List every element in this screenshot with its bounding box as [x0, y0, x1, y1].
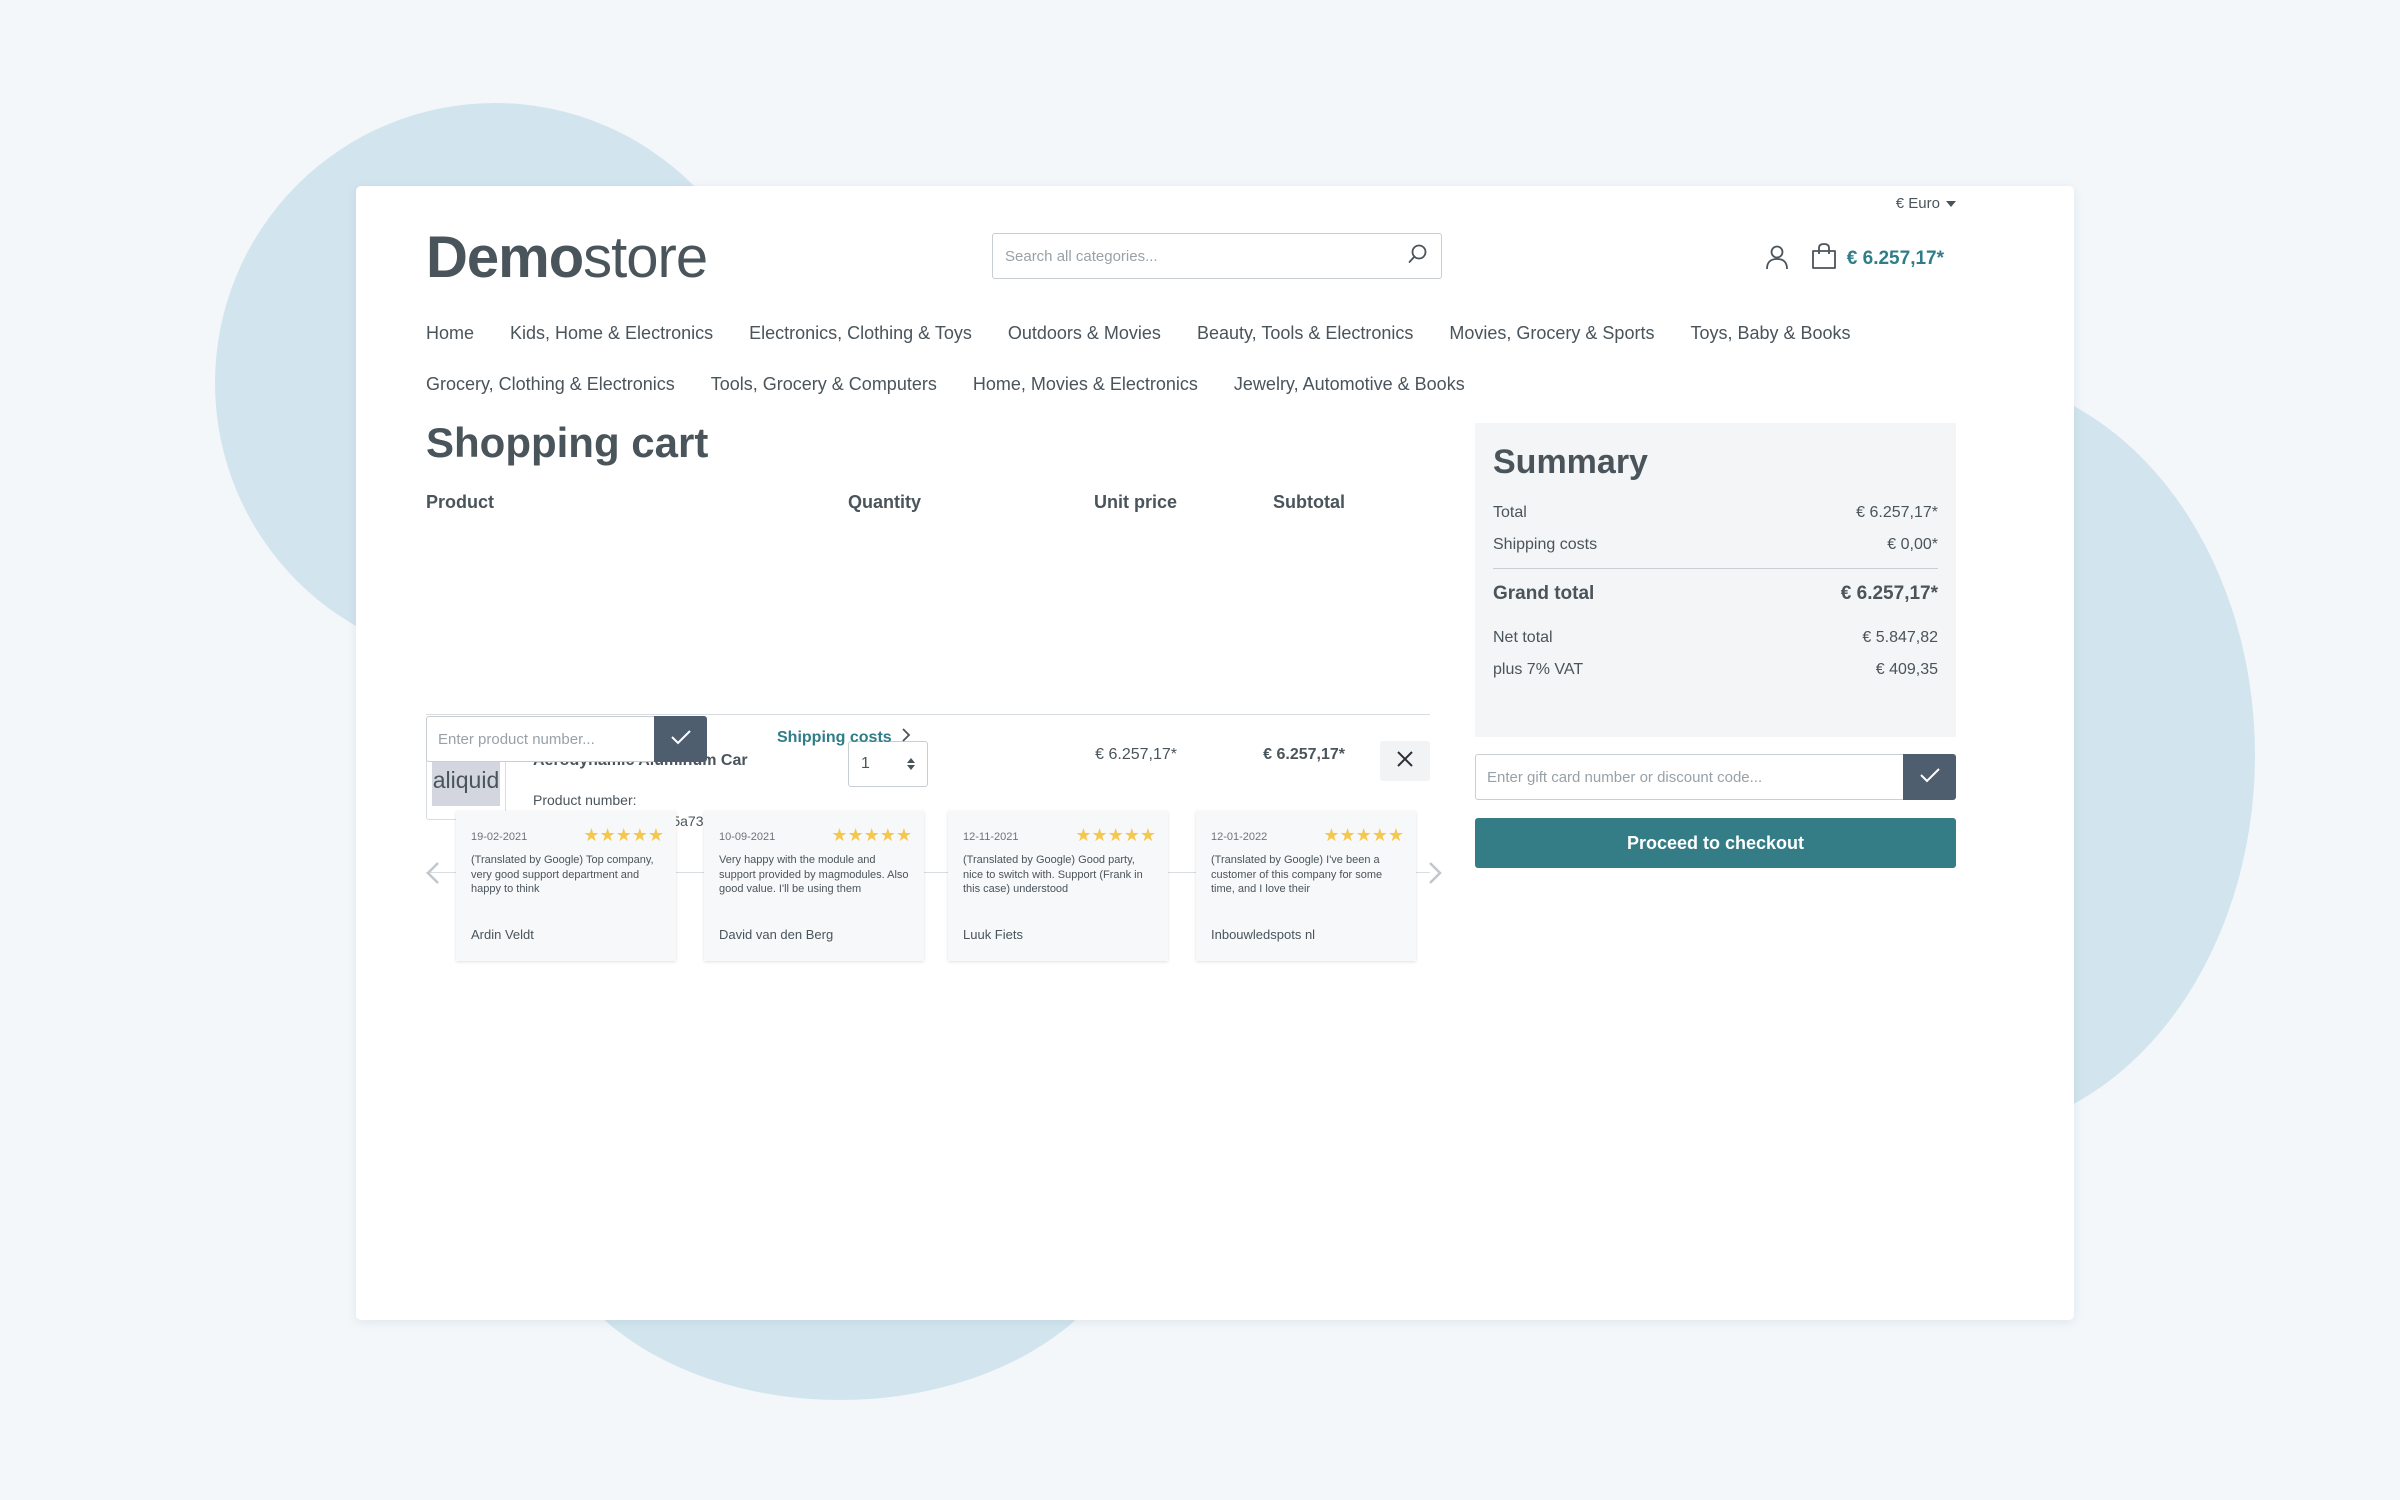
nav-row: Grocery, Clothing & Electronics Tools, G…	[426, 359, 1946, 410]
search-box	[992, 233, 1442, 279]
search-input[interactable]	[1005, 247, 1407, 265]
account-icon[interactable]	[1765, 244, 1789, 275]
cart-button[interactable]: € 6.257,17*	[1811, 242, 1944, 276]
chevron-right-icon[interactable]	[1428, 861, 1442, 890]
product-number-input[interactable]	[426, 716, 654, 762]
cart-item-row: aliquid Aerodynamic Aluminum Car Product…	[426, 492, 1430, 829]
quantity-select[interactable]: 1	[848, 741, 928, 787]
nav-item[interactable]: Beauty, Tools & Electronics	[1197, 323, 1413, 344]
nav-item[interactable]: Home, Movies & Electronics	[973, 374, 1198, 395]
nav-item[interactable]: Home	[426, 323, 474, 344]
discount-code-input[interactable]	[1475, 754, 1903, 800]
summary-row-grand-total: Grand total € 6.257,17*	[1493, 583, 1938, 605]
unit-price: € 6.257,17*	[1095, 746, 1177, 763]
vat-value: € 409,35	[1875, 661, 1938, 678]
grand-total-value: € 6.257,17*	[1840, 583, 1938, 604]
bag-icon	[1811, 242, 1837, 276]
review-card[interactable]: 10-09-2021 ★★★★★ Very happy with the mod…	[704, 811, 924, 961]
review-card[interactable]: 12-11-2021 ★★★★★ (Translated by Google) …	[948, 811, 1168, 961]
checkmark-icon	[670, 729, 692, 750]
star-rating-icon: ★★★★★	[1323, 825, 1404, 845]
divider	[426, 714, 1430, 715]
review-author: Ardin Veldt	[471, 927, 534, 942]
star-rating-icon: ★★★★★	[831, 825, 912, 845]
quantity-value: 1	[861, 755, 870, 772]
nav-item[interactable]: Toys, Baby & Books	[1690, 323, 1850, 344]
shipping-value: € 0,00*	[1887, 536, 1938, 553]
chevron-down-icon	[1946, 200, 1956, 207]
review-author: Inbouwledspots nl	[1211, 927, 1316, 942]
logo-light: store	[583, 225, 708, 290]
cart-total: € 6.257,17*	[1846, 248, 1944, 269]
main-navigation: Home Kids, Home & Electronics Electronic…	[426, 308, 1946, 410]
nav-item[interactable]: Outdoors & Movies	[1008, 323, 1161, 344]
review-text: (Translated by Google) Top company, very…	[471, 854, 654, 895]
order-summary: Summary Total € 6.257,17* Shipping costs…	[1475, 423, 1956, 737]
summary-row-net: Net total € 5.847,82	[1493, 629, 1938, 647]
nav-item[interactable]: Grocery, Clothing & Electronics	[426, 374, 675, 395]
summary-row-shipping: Shipping costs € 0,00*	[1493, 536, 1938, 554]
review-card[interactable]: 12-01-2022 ★★★★★ (Translated by Google) …	[1196, 811, 1416, 961]
nav-item[interactable]: Jewelry, Automotive & Books	[1234, 374, 1465, 395]
review-text: (Translated by Google) I've been a custo…	[1211, 854, 1383, 895]
review-text: (Translated by Google) Good party, nice …	[963, 854, 1143, 895]
review-date: 12-01-2022	[1211, 831, 1268, 843]
summary-row-total: Total € 6.257,17*	[1493, 504, 1938, 522]
review-author: Luuk Fiets	[963, 927, 1023, 942]
star-rating-icon: ★★★★★	[583, 825, 664, 845]
browser-window: € Euro Demostore € 6.257,17* Home Kids, …	[356, 186, 2074, 1320]
total-label: Total	[1493, 504, 1527, 521]
apply-discount-button[interactable]	[1903, 754, 1956, 800]
nav-item[interactable]: Tools, Grocery & Computers	[711, 374, 937, 395]
review-author: David van den Berg	[719, 927, 834, 942]
vat-label: plus 7% VAT	[1493, 661, 1584, 678]
review-date: 10-09-2021	[719, 831, 776, 843]
nav-row: Home Kids, Home & Electronics Electronic…	[426, 308, 1946, 359]
page-title: Shopping cart	[426, 419, 709, 466]
summary-title: Summary	[1493, 443, 1648, 481]
review-card[interactable]: 19-02-2021 ★★★★★ (Translated by Google) …	[456, 811, 676, 961]
chevron-left-icon[interactable]	[426, 861, 440, 890]
nav-item[interactable]: Movies, Grocery & Sports	[1449, 323, 1654, 344]
search-icon[interactable]	[1407, 243, 1429, 270]
net-total-label: Net total	[1493, 629, 1553, 646]
close-icon	[1396, 750, 1414, 773]
currency-selector[interactable]: € Euro	[1896, 195, 1956, 212]
grand-total-label: Grand total	[1493, 583, 1595, 604]
divider	[1493, 568, 1938, 569]
chevron-right-icon	[902, 728, 910, 747]
header-actions: € 6.257,17*	[1765, 242, 1944, 276]
review-text: Very happy with the module and support p…	[719, 854, 909, 895]
logo-bold: Demo	[426, 225, 584, 290]
remove-item-button[interactable]	[1380, 741, 1430, 781]
select-arrows-icon	[907, 758, 915, 770]
review-date: 12-11-2021	[963, 831, 1019, 843]
total-value: € 6.257,17*	[1856, 504, 1938, 521]
review-date: 19-02-2021	[471, 831, 528, 843]
shipping-costs-link[interactable]: Shipping costs	[777, 728, 910, 747]
line-subtotal: € 6.257,17*	[1263, 746, 1345, 763]
currency-label: € Euro	[1895, 195, 1940, 212]
shipping-label: Shipping costs	[1493, 536, 1598, 553]
store-logo[interactable]: Demostore	[426, 224, 708, 291]
proceed-to-checkout-button[interactable]: Proceed to checkout	[1475, 818, 1956, 868]
summary-row-vat: plus 7% VAT € 409,35	[1493, 661, 1938, 679]
nav-item[interactable]: Electronics, Clothing & Toys	[749, 323, 972, 344]
shipping-costs-label: Shipping costs	[777, 728, 892, 746]
reviews-carousel: 19-02-2021 ★★★★★ (Translated by Google) …	[426, 811, 1446, 971]
add-product-form	[426, 716, 707, 762]
add-product-button[interactable]	[654, 716, 707, 762]
net-total-value: € 5.847,82	[1862, 629, 1938, 646]
star-rating-icon: ★★★★★	[1075, 825, 1156, 845]
product-number-label: Product number:	[533, 792, 637, 808]
nav-item[interactable]: Kids, Home & Electronics	[510, 323, 713, 344]
discount-form	[1475, 754, 1956, 800]
checkmark-icon	[1919, 767, 1941, 788]
